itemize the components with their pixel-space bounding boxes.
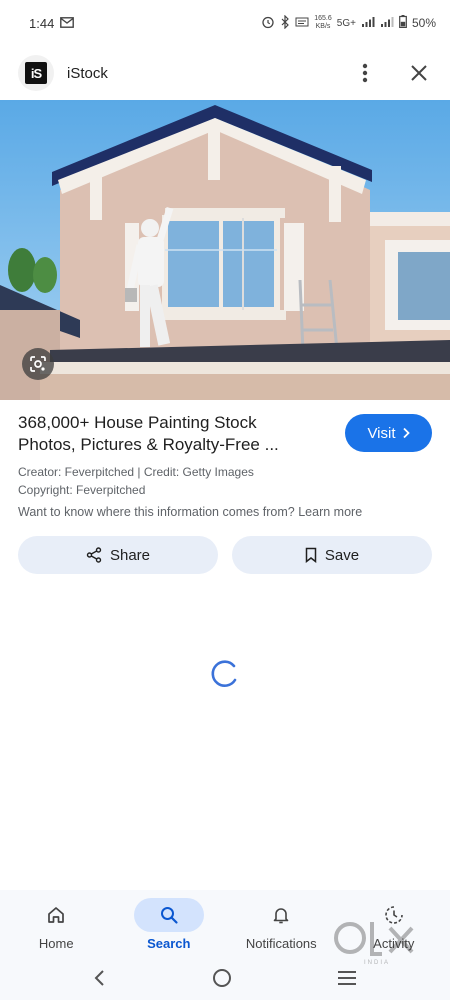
- speed-unit: KB/s: [315, 23, 331, 30]
- close-button[interactable]: [406, 60, 432, 86]
- nav-notifications-label: Notifications: [245, 936, 317, 951]
- status-time: 1:44: [29, 15, 55, 31]
- more-vert-icon: [362, 63, 368, 83]
- home-icon: [48, 907, 65, 923]
- menu-lines-icon: [338, 970, 357, 985]
- circle-home-icon: [212, 968, 231, 987]
- olx-watermark: INDIA: [332, 918, 422, 968]
- visit-label: Visit: [367, 424, 396, 442]
- nav-notifications[interactable]: Notifications: [225, 890, 338, 960]
- source-header: iS iStock: [0, 46, 450, 100]
- istock-logo-mark: iS: [25, 62, 47, 84]
- status-bar: 1:44 165.6 KB/s 5G+ 50%: [0, 0, 450, 46]
- mail-icon: [60, 16, 75, 31]
- recents-button[interactable]: [337, 970, 357, 991]
- learn-more-link[interactable]: Learn more: [298, 505, 362, 519]
- loading-spinner: [208, 657, 240, 689]
- nav-home[interactable]: Home: [0, 890, 113, 960]
- bookmark-icon: [305, 547, 317, 563]
- network-speed: 165.6 KB/s: [314, 15, 332, 31]
- result-title[interactable]: 368,000+ House Painting Stock Photos, Pi…: [18, 412, 318, 456]
- source-name[interactable]: iStock: [67, 65, 108, 82]
- google-lens-button[interactable]: [22, 348, 54, 380]
- action-row: Share Save: [18, 536, 432, 574]
- save-label: Save: [324, 546, 360, 564]
- visit-button[interactable]: Visit: [345, 414, 432, 452]
- info-question-text: Want to know where this information come…: [18, 505, 295, 519]
- nav-search-icon-wrap: [133, 898, 204, 932]
- istock-logo[interactable]: iS: [18, 55, 54, 91]
- back-icon: [94, 969, 104, 986]
- bluetooth-icon: [280, 14, 290, 32]
- chevron-right-icon: [402, 427, 410, 439]
- result-image[interactable]: [0, 100, 450, 400]
- speed-value: 165.6: [314, 15, 332, 22]
- nav-home-label: Home: [38, 936, 74, 951]
- creator-credit: Creator: Feverpitched | Credit: Getty Im…: [18, 465, 254, 479]
- search-icon: [160, 907, 178, 924]
- home-system-button[interactable]: [212, 968, 232, 993]
- spinner-icon: [211, 660, 237, 687]
- copyright: Copyright: Feverpitched: [18, 483, 146, 497]
- nav-notifications-icon-wrap: [246, 898, 316, 932]
- battery-percent: 50%: [411, 16, 436, 30]
- alarm-icon: [261, 15, 275, 32]
- nav-search[interactable]: Search: [113, 890, 226, 960]
- nav-home-icon-wrap: [21, 898, 91, 932]
- share-button[interactable]: Share: [18, 536, 218, 574]
- save-button[interactable]: Save: [232, 536, 432, 574]
- more-options-button[interactable]: [352, 60, 378, 86]
- lens-icon: [30, 356, 46, 372]
- network-type: 5G+: [336, 17, 356, 29]
- result-meta: Creator: Feverpitched | Credit: Getty Im…: [18, 463, 432, 499]
- olx-logo-icon: [334, 922, 414, 956]
- back-button[interactable]: [93, 969, 107, 992]
- watermark-text: INDIA: [363, 960, 390, 966]
- share-label: Share: [109, 546, 151, 564]
- bell-icon: [273, 908, 289, 924]
- volte-icon: [295, 16, 309, 31]
- share-icon: [86, 547, 102, 563]
- signal-icon-2: [380, 16, 394, 31]
- result-info: 368,000+ House Painting Stock Photos, Pi…: [18, 412, 432, 519]
- signal-icon: [361, 16, 375, 31]
- info-source-question: Want to know where this information come…: [18, 505, 432, 519]
- close-icon: [411, 65, 427, 81]
- nav-search-label: Search: [147, 936, 191, 951]
- battery-icon: [399, 15, 407, 31]
